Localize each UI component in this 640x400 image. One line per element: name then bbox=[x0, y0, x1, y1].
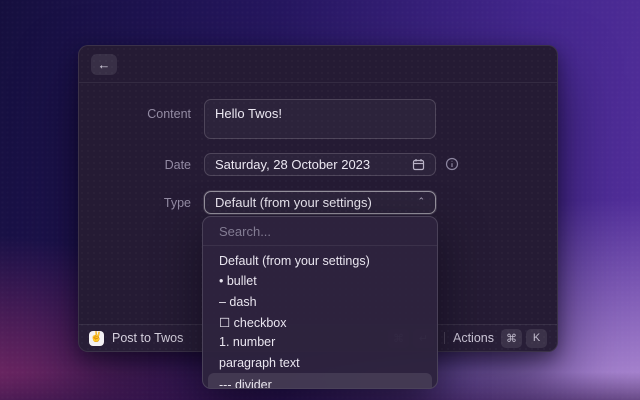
option-divider[interactable]: --- divider bbox=[208, 373, 432, 389]
arrow-left-icon: ← bbox=[98, 58, 111, 71]
type-dropdown: Default (from your settings) • bullet – … bbox=[202, 216, 438, 389]
search-input[interactable] bbox=[219, 224, 421, 239]
type-label: Type bbox=[79, 196, 191, 210]
option-number[interactable]: 1. number bbox=[203, 332, 437, 352]
date-value: Saturday, 28 October 2023 bbox=[215, 157, 412, 172]
k-key[interactable]: K bbox=[526, 329, 547, 348]
type-value: Default (from your settings) bbox=[215, 195, 417, 210]
option-default[interactable]: Default (from your settings) bbox=[203, 251, 437, 271]
twos-app-icon: ✌ bbox=[89, 331, 104, 346]
content-label: Content bbox=[79, 107, 191, 121]
back-button[interactable]: ← bbox=[91, 54, 117, 75]
shortcut-divider bbox=[444, 332, 445, 344]
option-dash[interactable]: – dash bbox=[203, 292, 437, 312]
option-checkbox[interactable]: ☐ checkbox bbox=[203, 312, 437, 332]
info-icon[interactable] bbox=[445, 157, 459, 171]
option-bullet[interactable]: • bullet bbox=[203, 271, 437, 291]
date-label: Date bbox=[79, 158, 191, 172]
cmd-key[interactable]: ⌘ bbox=[501, 329, 522, 348]
dropdown-search bbox=[203, 217, 437, 246]
window-header: ← bbox=[79, 46, 557, 83]
option-paragraph[interactable]: paragraph text bbox=[203, 352, 437, 372]
content-input[interactable]: Hello Twos! bbox=[204, 99, 436, 139]
chevron-up-icon: ⌃ bbox=[417, 197, 425, 206]
content-value: Hello Twos! bbox=[215, 106, 425, 121]
date-field[interactable]: Saturday, 28 October 2023 bbox=[204, 153, 436, 176]
app-name: Post to Twos bbox=[112, 331, 183, 345]
dropdown-options: Default (from your settings) • bullet – … bbox=[203, 246, 437, 389]
calendar-icon[interactable] bbox=[412, 158, 425, 171]
actions-button[interactable]: Actions bbox=[453, 331, 494, 345]
type-select[interactable]: Default (from your settings) ⌃ bbox=[204, 191, 436, 214]
